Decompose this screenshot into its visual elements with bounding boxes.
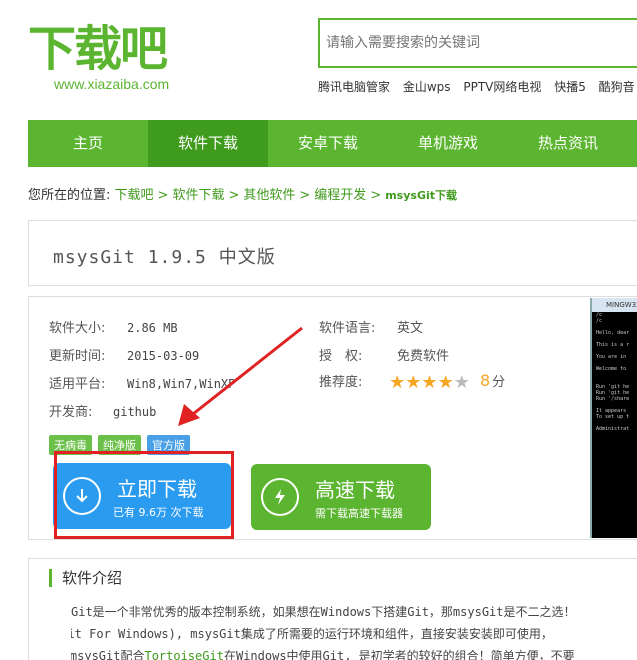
breadcrumb-link[interactable]: 软件下载 (172, 188, 224, 203)
nav-games[interactable]: 单机游戏 (388, 120, 508, 167)
search-input[interactable] (320, 20, 637, 66)
lightning-icon (261, 478, 299, 516)
highlight-frame (54, 451, 234, 539)
breadcrumb-link[interactable]: 下载吧 (115, 188, 154, 203)
fast-download-button[interactable]: 高速下载 需下载高速下载器 (251, 464, 431, 530)
breadcrumb-link[interactable]: 其他软件 (243, 188, 295, 203)
page-title: msysGit 1.9.5 中文版 (53, 247, 276, 268)
intro-section: 软件介绍 Git是一个非常优秀的版本控制系统，如果想在Windows下搭建Git… (28, 558, 637, 660)
info-size: 软件大小: 2.86 MB (49, 321, 178, 336)
hot-link[interactable]: 腾讯电脑管家 (318, 80, 390, 94)
thumb-line: Administrat (596, 426, 630, 432)
title-box: msysGit 1.9.5 中文版 (28, 220, 637, 286)
hot-link[interactable]: 金山wps (403, 80, 451, 94)
info-license: 授 权: 免费软件 (319, 349, 450, 364)
nav-news[interactable]: 热点资讯 (508, 120, 628, 167)
app-screenshot-thumbnail[interactable]: MINGW32:/c /c/c Hello, dear This is a r … (590, 298, 637, 538)
tortoisegit-link[interactable]: TortoiseGit (144, 649, 223, 660)
info-language: 软件语言: 英文 (319, 321, 424, 336)
breadcrumb-link[interactable]: 编程开发 (314, 188, 366, 203)
fast-download-label: 高速下载 (315, 478, 395, 502)
breadcrumb: 您所在的位置: 下载吧 > 软件下载 > 其他软件 > 编程开发 > msysGit下载 (28, 188, 458, 203)
star-icon: ★ (453, 372, 470, 393)
info-rating: 推荐度: ★★★★★ 8分 (319, 371, 506, 393)
hot-link[interactable]: 快播5 (554, 80, 586, 94)
star-icon: ★ (421, 372, 438, 393)
star-icon: ★ (405, 372, 422, 393)
nav-android[interactable]: 安卓下载 (268, 120, 388, 167)
nav-home[interactable]: 主页 (28, 120, 148, 167)
nav-software[interactable]: 软件下载 (148, 120, 268, 167)
logo-text: 下载吧 (28, 21, 168, 77)
hot-search-links: 腾讯电脑管家 金山wps PPTV网络电视 快播5 酷狗音 (318, 78, 637, 95)
annotation-arrow (178, 326, 303, 426)
intro-text: Git是一个非常优秀的版本控制系统，如果想在Windows下搭建Git，那msy… (71, 601, 637, 660)
rating-score: 8 (479, 371, 491, 390)
thumb-title: MINGW32:/c (592, 298, 637, 312)
search-box (318, 18, 637, 68)
hot-link[interactable]: 酷狗音 (599, 80, 635, 94)
breadcrumb-current[interactable]: msysGit下载 (385, 189, 457, 202)
info-developer: 开发商: github (49, 405, 157, 420)
logo-url: www.xiazaiba.com (54, 76, 170, 92)
rating-stars: ★★★★★ (389, 372, 470, 393)
fast-download-sub: 需下载高速下载器 (315, 507, 403, 520)
hot-link[interactable]: PPTV网络电视 (463, 80, 541, 94)
breadcrumb-prefix: 您所在的位置: (28, 188, 111, 203)
star-icon: ★ (437, 372, 454, 393)
site-logo[interactable]: 下载吧 www.xiazaiba.com (28, 18, 198, 96)
star-icon: ★ (389, 372, 406, 393)
main-nav: 主页 软件下载 安卓下载 单机游戏 热点资讯 (28, 120, 637, 167)
intro-heading: 软件介绍 (49, 569, 122, 587)
